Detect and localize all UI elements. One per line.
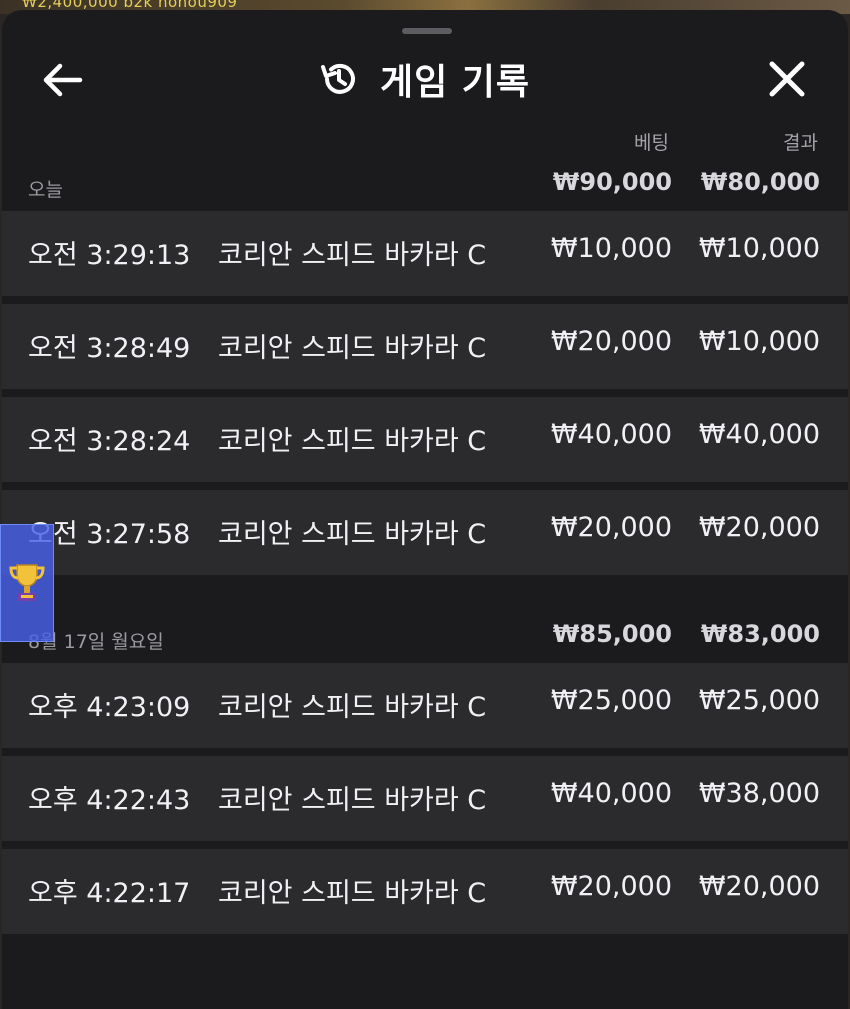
history-row[interactable]: 오후 4:22:17 코리안 스피드 바카라 C ₩20,000 ₩20,000: [2, 849, 848, 934]
row-result: ₩10,000: [698, 233, 820, 264]
page-title: 게임 기록: [380, 62, 531, 103]
row-bet: ₩20,000: [550, 871, 672, 902]
group-bet-total: ₩90,000: [552, 168, 672, 196]
group-bet-total: ₩85,000: [552, 620, 672, 648]
history-row[interactable]: 오전 3:28:24 코리안 스피드 바카라 C ₩40,000 ₩40,000: [2, 397, 848, 482]
row-game: 코리안 스피드 바카라 C: [218, 333, 487, 364]
close-icon: [769, 61, 805, 97]
date-group-header: 오늘 ₩90,000 ₩80,000: [2, 165, 848, 215]
row-bet: ₩40,000: [550, 419, 672, 450]
history-row[interactable]: 오전 3:28:49 코리안 스피드 바카라 C ₩20,000 ₩10,000: [2, 304, 848, 389]
column-header-result: 결과: [783, 132, 818, 154]
row-bet: ₩20,000: [550, 512, 672, 543]
row-game: 코리안 스피드 바카라 C: [218, 519, 487, 550]
group-result-total: ₩80,000: [700, 168, 820, 196]
row-game: 코리안 스피드 바카라 C: [218, 240, 487, 271]
row-bet: ₩25,000: [550, 685, 672, 716]
group-result-total: ₩83,000: [700, 620, 820, 648]
row-game: 코리안 스피드 바카라 C: [218, 426, 487, 457]
row-game: 코리안 스피드 바카라 C: [218, 785, 487, 816]
column-header-bet: 베팅: [634, 132, 669, 154]
row-game: 코리안 스피드 바카라 C: [218, 878, 487, 909]
row-bet: ₩40,000: [550, 778, 672, 809]
row-time: 오후 4:22:17: [28, 878, 191, 909]
history-icon: [321, 63, 355, 94]
row-result: ₩40,000: [698, 419, 820, 450]
row-result: ₩20,000: [698, 512, 820, 543]
row-result: ₩10,000: [698, 326, 820, 357]
row-time: 오후 4:22:43: [28, 785, 191, 816]
arrow-left-icon: [43, 63, 83, 97]
row-bet: ₩20,000: [550, 326, 672, 357]
row-time: 오후 4:23:09: [28, 692, 191, 723]
row-result: ₩38,000: [698, 778, 820, 809]
group-date: 오늘: [28, 179, 63, 201]
header-title-group: 게임 기록: [318, 54, 530, 104]
history-row[interactable]: 오후 4:23:09 코리안 스피드 바카라 C ₩25,000 ₩25,000: [2, 663, 848, 748]
row-result: ₩20,000: [698, 871, 820, 902]
drag-handle[interactable]: [402, 28, 452, 34]
row-game: 코리안 스피드 바카라 C: [218, 692, 487, 723]
back-button[interactable]: [40, 60, 86, 100]
row-time: 오전 3:28:49: [28, 333, 191, 364]
date-group-header: 8월 17일 월요일 ₩85,000 ₩83,000: [2, 616, 848, 666]
floating-trophy-tab[interactable]: [0, 524, 54, 642]
game-history-sheet: 게임 기록 베팅 결과 오늘 ₩90,000 ₩80,000 오전 3:29:1…: [2, 10, 848, 1009]
row-result: ₩25,000: [698, 685, 820, 716]
history-row[interactable]: 오전 3:27:58 코리안 스피드 바카라 C ₩20,000 ₩20,000: [2, 490, 848, 575]
history-row[interactable]: 오전 3:29:13 코리안 스피드 바카라 C ₩10,000 ₩10,000: [2, 211, 848, 296]
row-time: 오전 3:29:13: [28, 240, 191, 271]
close-button[interactable]: [762, 58, 812, 102]
history-row[interactable]: 오후 4:22:43 코리안 스피드 바카라 C ₩40,000 ₩38,000: [2, 756, 848, 841]
row-time: 오전 3:28:24: [28, 426, 191, 457]
row-bet: ₩10,000: [550, 233, 672, 264]
trophy-icon: [9, 564, 45, 601]
